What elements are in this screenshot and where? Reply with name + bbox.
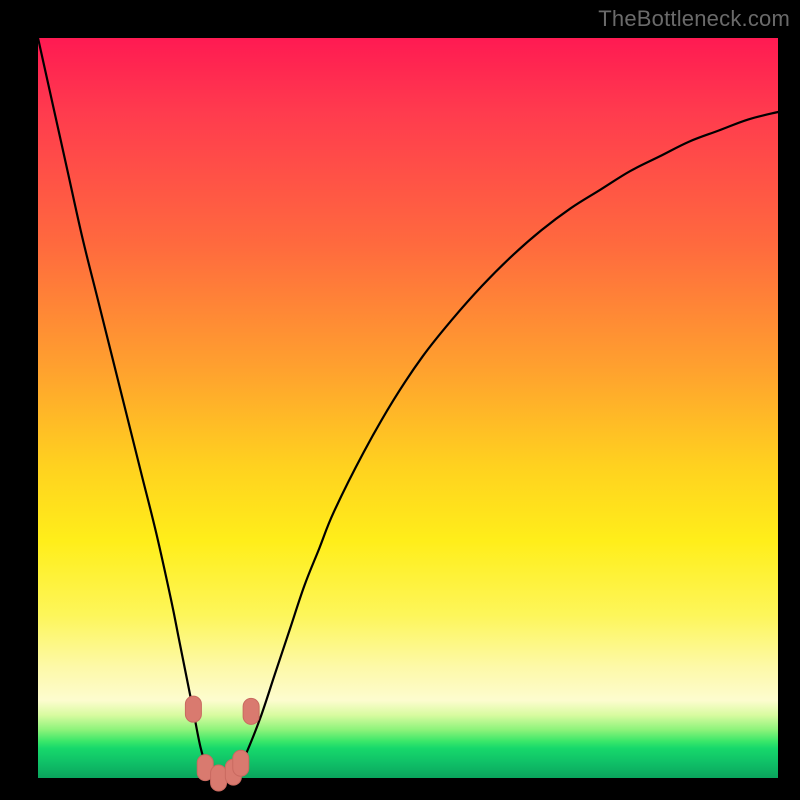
chart-frame: TheBottleneck.com (0, 0, 800, 800)
curve-marker (243, 698, 259, 724)
curve-marker (211, 765, 227, 791)
curve-marker (185, 696, 201, 722)
curve-marker (233, 750, 249, 776)
bottleneck-curve (38, 38, 778, 778)
watermark-text: TheBottleneck.com (598, 6, 790, 32)
plot-area (38, 38, 778, 778)
